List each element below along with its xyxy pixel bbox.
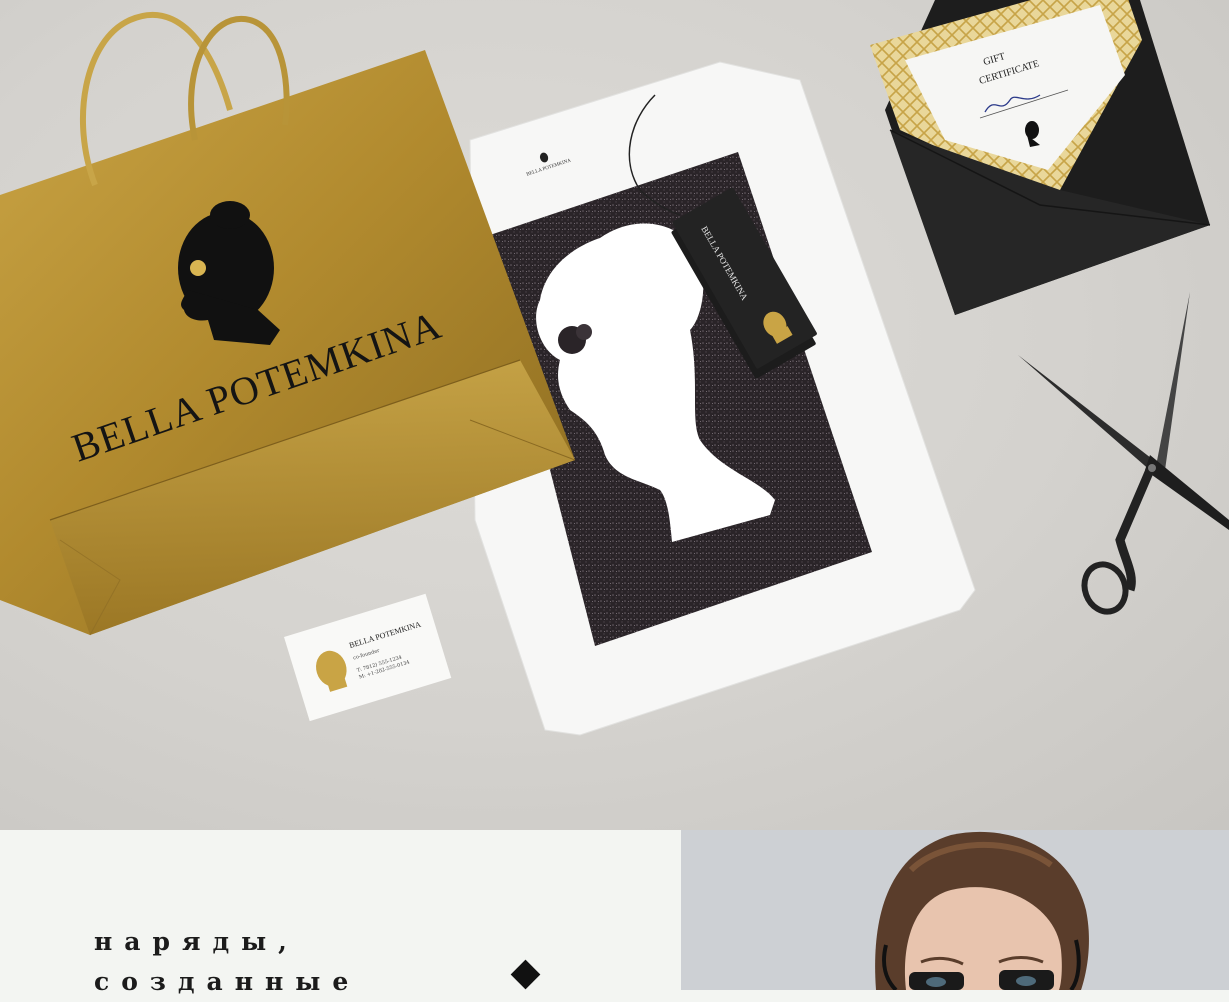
- tagline: наряды, созданные: [94, 922, 360, 1002]
- model-portrait: [681, 830, 1229, 990]
- tagline-line-2: созданные: [94, 967, 361, 996]
- business-card: BELLA POTEMKINA co-founder T: 7812) 555-…: [284, 593, 452, 722]
- model-photo: [681, 830, 1229, 990]
- mockup-illustration: BELLA POTEMKINA BELLA POTEMKINA BELLA PO…: [0, 0, 1229, 736]
- tagline-line-1: наряды,: [94, 927, 299, 956]
- brand-mockup-scene: BELLA POTEMKINA BELLA POTEMKINA BELLA PO…: [0, 0, 1229, 830]
- gift-certificate-envelope: GIFT CERTIFICATE: [870, 0, 1211, 315]
- scissors: [1018, 292, 1229, 615]
